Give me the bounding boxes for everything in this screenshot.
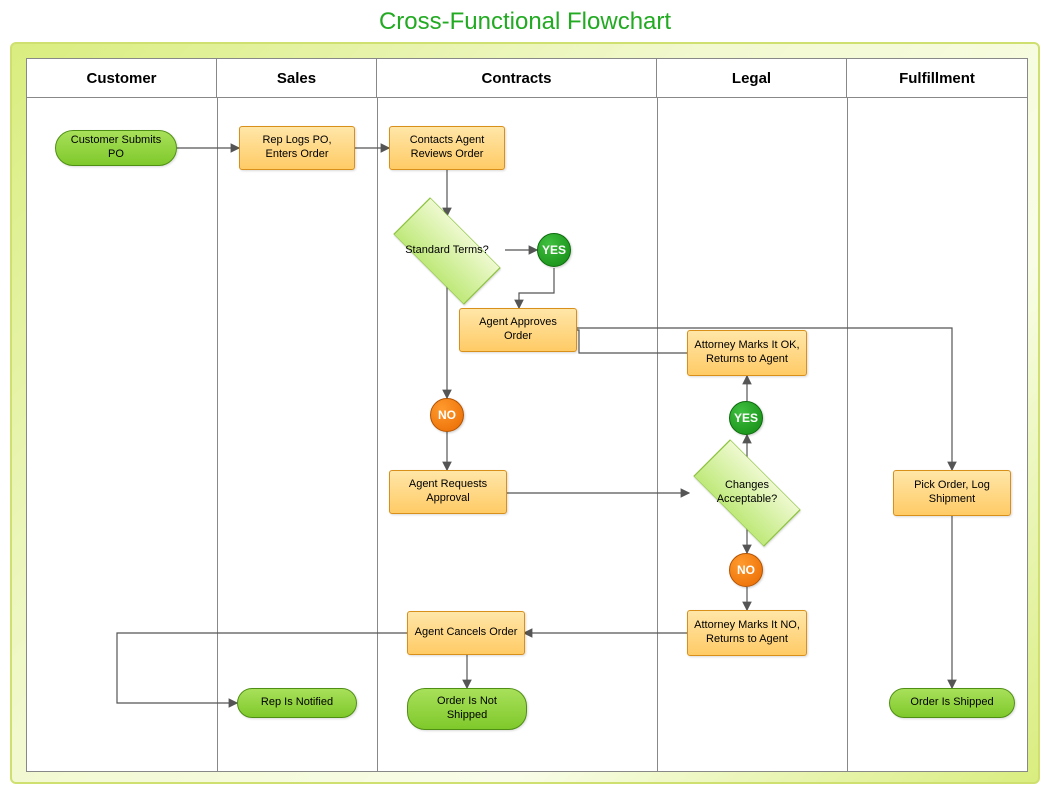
connector-no-standard-terms: NO: [430, 398, 464, 432]
node-agent-cancels-order: Agent Cancels Order: [407, 611, 525, 655]
lane-header-contracts: Contracts: [377, 59, 657, 97]
node-changes-acceptable-decision: Changes Acceptable?: [692, 458, 802, 528]
node-order-not-shipped: Order Is Not Shipped: [407, 688, 527, 730]
node-agent-requests-approval: Agent Requests Approval: [389, 470, 507, 514]
lane-header-legal: Legal: [657, 59, 847, 97]
node-standard-terms-decision: Standard Terms?: [392, 216, 502, 286]
lane-header-fulfillment: Fulfillment: [847, 59, 1027, 97]
lane-divider: [657, 98, 658, 772]
lane-divider: [847, 98, 848, 772]
node-customer-submits-po: Customer Submits PO: [55, 130, 177, 166]
node-rep-notified: Rep Is Notified: [237, 688, 357, 718]
lane-divider: [217, 98, 218, 772]
connector-no-changes: NO: [729, 553, 763, 587]
decision-label: Changes Acceptable?: [692, 458, 802, 528]
node-attorney-ok: Attorney Marks It OK, Returns to Agent: [687, 330, 807, 376]
decision-label: Standard Terms?: [392, 216, 502, 286]
node-pick-order: Pick Order, Log Shipment: [893, 470, 1011, 516]
node-reviews-order: Contacts Agent Reviews Order: [389, 126, 505, 170]
lane-header-customer: Customer: [27, 59, 217, 97]
node-agent-approves-order: Agent Approves Order: [459, 308, 577, 352]
lanes-header: Customer Sales Contracts Legal Fulfillme…: [27, 59, 1027, 98]
chart-title: Cross-Functional Flowchart: [0, 8, 1050, 36]
swimlane-board: Customer Sales Contracts Legal Fulfillme…: [26, 58, 1028, 772]
node-rep-logs-po: Rep Logs PO, Enters Order: [239, 126, 355, 170]
lane-header-sales: Sales: [217, 59, 377, 97]
node-attorney-no: Attorney Marks It NO, Returns to Agent: [687, 610, 807, 656]
outer-frame: Customer Sales Contracts Legal Fulfillme…: [10, 42, 1040, 784]
lanes-body: Customer Submits PO Rep Logs PO, Enters …: [27, 98, 1027, 772]
lane-divider: [377, 98, 378, 772]
edges-layer: [27, 98, 1027, 772]
connector-yes-changes: YES: [729, 401, 763, 435]
node-order-shipped: Order Is Shipped: [889, 688, 1015, 718]
connector-yes-standard-terms: YES: [537, 233, 571, 267]
